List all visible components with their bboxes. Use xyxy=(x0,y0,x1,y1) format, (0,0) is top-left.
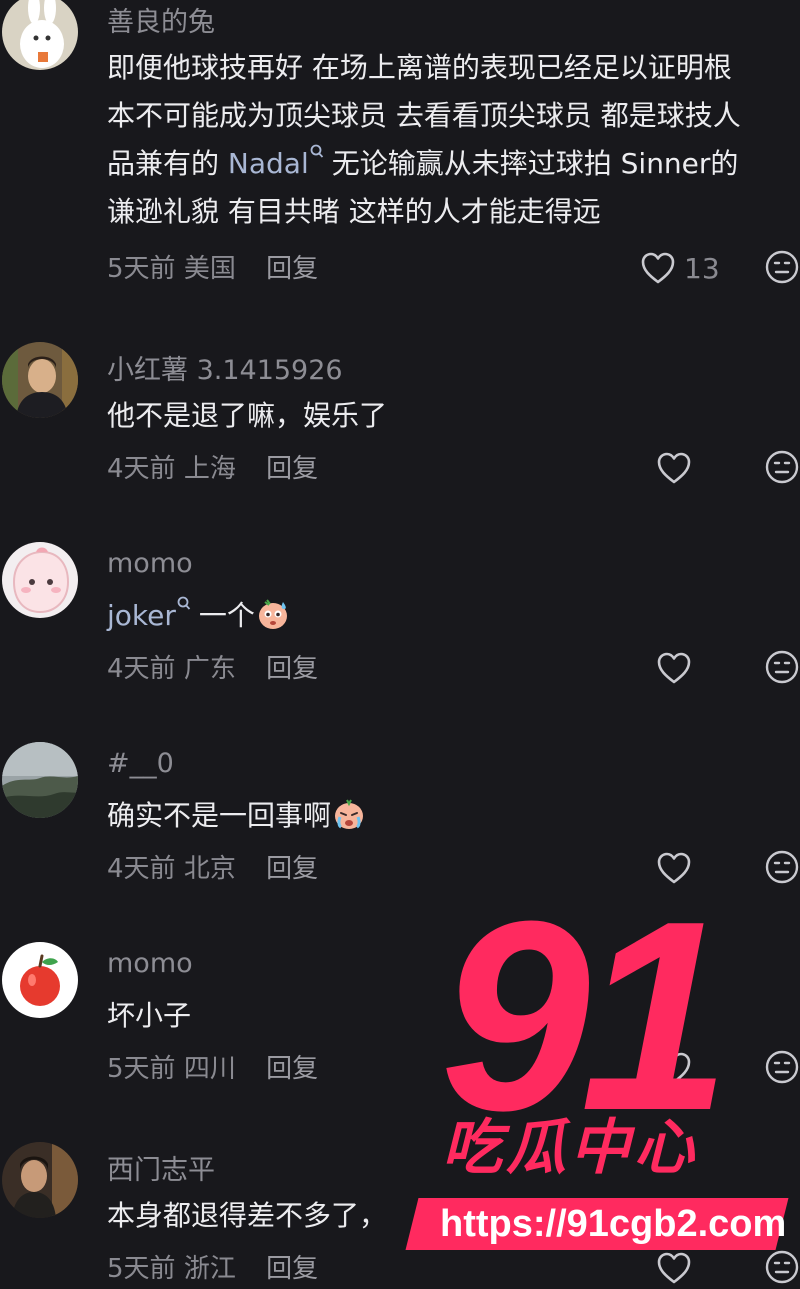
like-button[interactable] xyxy=(656,648,692,688)
sweat-emoji-icon xyxy=(258,599,287,629)
dislike-button[interactable] xyxy=(764,1249,800,1289)
avatar[interactable] xyxy=(2,0,78,70)
dislike-button[interactable] xyxy=(764,649,800,689)
mention-link[interactable]: Nadal xyxy=(228,147,309,180)
comment-item: 小红薯 3.1415926 他不是退了嘛，娱乐了 4天前 上海 回复 xyxy=(0,340,800,500)
reply-button[interactable]: 回复 xyxy=(266,1054,318,1084)
avatar[interactable] xyxy=(2,342,78,418)
comment-username[interactable]: momo xyxy=(107,548,193,579)
comment-location: 浙江 xyxy=(183,1254,236,1284)
comment-meta: 5天前 四川 回复 xyxy=(107,1048,318,1085)
comment-text: 坏小子 xyxy=(107,999,192,1032)
comment-location: 美国 xyxy=(183,254,236,284)
comment-meta: 4天前 上海 回复 xyxy=(107,448,318,485)
comment-text: joker 一个 xyxy=(107,592,797,640)
dislike-button[interactable] xyxy=(764,1049,800,1089)
comment-meta: 5天前 美国 回复 xyxy=(107,248,318,285)
reply-button[interactable]: 回复 xyxy=(266,654,318,684)
comment-text: 即便他球技再好 在场上离谱的表现已经足以证明根 本不可能成为顶尖球员 去看看顶尖… xyxy=(107,44,797,236)
heart-outline-icon xyxy=(657,852,691,884)
comment-text-segment: 无论输赢从未摔过球拍 Sinner的 xyxy=(331,147,739,180)
comment-username[interactable]: #__0 xyxy=(107,748,174,779)
comment-meta: 4天前 北京 回复 xyxy=(107,848,318,885)
reply-button[interactable]: 回复 xyxy=(266,254,318,284)
comment-text: 本身都退得差不多了， xyxy=(107,1199,388,1232)
neutral-face-icon xyxy=(765,650,799,684)
comment-username[interactable]: momo xyxy=(107,948,193,979)
avatar[interactable] xyxy=(2,942,78,1018)
crying-emoji-icon xyxy=(335,799,364,829)
comment-text-segment: 品兼有的 xyxy=(107,147,228,180)
mention-link[interactable]: joker xyxy=(107,599,176,632)
heart-outline-icon xyxy=(641,252,675,284)
reply-button[interactable]: 回复 xyxy=(266,454,318,484)
search-icon xyxy=(310,144,323,158)
comment-location: 上海 xyxy=(183,454,236,484)
comment-username[interactable]: 善良的兔 xyxy=(107,0,215,39)
heart-outline-icon xyxy=(657,652,691,684)
dislike-button[interactable] xyxy=(764,449,800,489)
like-count: 13 xyxy=(684,251,720,285)
neutral-face-icon xyxy=(765,1050,799,1084)
reply-button[interactable]: 回复 xyxy=(266,854,318,884)
neutral-face-icon xyxy=(765,250,799,284)
comment-location: 广东 xyxy=(183,654,236,684)
heart-outline-icon xyxy=(657,452,691,484)
avatar[interactable] xyxy=(2,542,78,618)
like-button[interactable] xyxy=(656,1248,692,1288)
comment-line: 谦逊礼貌 有目共睹 这样的人才能走得远 xyxy=(107,195,601,228)
neutral-face-icon xyxy=(765,850,799,884)
like-button[interactable] xyxy=(656,848,692,888)
dislike-button[interactable] xyxy=(764,849,800,889)
comment-line: 品兼有的 Nadal 无论输赢从未摔过球拍 Sinner的 xyxy=(107,140,797,188)
like-button[interactable] xyxy=(656,448,692,488)
comment-username[interactable]: 西门志平 xyxy=(107,1148,215,1187)
comment-item: momo 坏小子 5天前 四川 回复 xyxy=(0,940,800,1100)
comment-time: 4天前 xyxy=(107,454,176,484)
comment-meta: 5天前 浙江 回复 xyxy=(107,1248,318,1285)
comment-line: 即便他球技再好 在场上离谱的表现已经足以证明根 xyxy=(107,51,732,84)
comment-time: 4天前 xyxy=(107,854,176,884)
heart-outline-icon xyxy=(657,1052,691,1084)
heart-outline-icon xyxy=(657,1252,691,1284)
neutral-face-icon xyxy=(765,1250,799,1284)
comment-text-segment: 确实不是一回事啊 xyxy=(107,799,332,832)
comment-meta: 4天前 广东 回复 xyxy=(107,648,318,685)
comment-item: momo joker 一个 4天前 广东 回复 xyxy=(0,540,800,700)
comment-location: 四川 xyxy=(183,1054,236,1084)
comment-time: 4天前 xyxy=(107,654,176,684)
comment-item: 西门志平 本身都退得差不多了， 5天前 浙江 回复 xyxy=(0,1140,800,1284)
comment-line: 本不可能成为顶尖球员 去看看顶尖球员 都是球技人 xyxy=(107,99,741,132)
avatar[interactable] xyxy=(2,1142,78,1218)
comment-text: 确实不是一回事啊 xyxy=(107,792,797,840)
comment-location: 北京 xyxy=(183,854,236,884)
like-button[interactable]: 13 xyxy=(640,248,720,288)
dislike-button[interactable] xyxy=(764,249,800,289)
like-button[interactable] xyxy=(656,1048,692,1088)
reply-button[interactable]: 回复 xyxy=(266,1254,318,1284)
neutral-face-icon xyxy=(765,450,799,484)
comment-time: 5天前 xyxy=(107,254,176,284)
comment-item: 善良的兔 即便他球技再好 在场上离谱的表现已经足以证明根 本不可能成为顶尖球员 … xyxy=(0,0,800,320)
search-icon xyxy=(177,596,191,610)
comment-time: 5天前 xyxy=(107,1054,176,1084)
comment-text-segment: 一个 xyxy=(198,599,255,632)
comment-time: 5天前 xyxy=(107,1254,176,1284)
comment-username[interactable]: 小红薯 3.1415926 xyxy=(107,348,343,387)
avatar[interactable] xyxy=(2,742,78,818)
comment-text: 他不是退了嘛，娱乐了 xyxy=(107,399,388,432)
comment-item: #__0 确实不是一回事啊 4天前 北京 回复 xyxy=(0,740,800,900)
